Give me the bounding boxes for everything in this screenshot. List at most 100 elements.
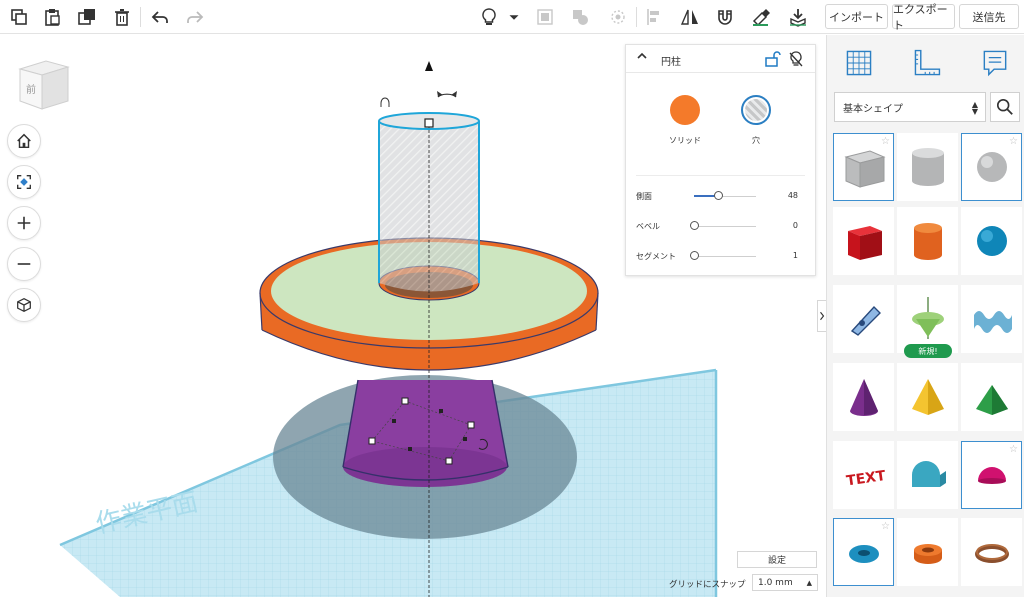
favorite-star-icon[interactable]: ☆: [881, 521, 890, 532]
shape-library-select[interactable]: 基本シェイプ ▲ ▼: [834, 92, 986, 122]
shape-generator-tile[interactable]: [897, 285, 958, 353]
fit-view-button[interactable]: [7, 165, 41, 199]
ring-tile[interactable]: [961, 518, 1022, 586]
trash-icon[interactable]: [108, 3, 136, 31]
snap-grid-select[interactable]: 1.0 mm ▲: [752, 574, 818, 591]
rotate-handle-icon[interactable]: [380, 97, 390, 107]
scribble-tile[interactable]: [833, 285, 894, 353]
lift-arrow-icon[interactable]: [425, 61, 433, 71]
roof-icon: [975, 385, 1008, 415]
send-to-button[interactable]: 送信先: [959, 4, 1019, 29]
cylinder-hole-icon: [911, 148, 944, 186]
workplane-icon[interactable]: [604, 3, 632, 31]
box-tile[interactable]: [833, 207, 894, 275]
half-sphere-tile[interactable]: ☆: [961, 441, 1022, 509]
bevel-knob[interactable]: [690, 221, 699, 230]
3d-viewport[interactable]: 作業平面 前 円柱 ソリッド 穴 側面 48 ベベル 0 セグメント 1 設定 …: [0, 35, 826, 597]
solid-mode-button[interactable]: ソリッド: [660, 95, 710, 146]
favorite-star-icon[interactable]: ☆: [1009, 444, 1018, 455]
sides-knob[interactable]: [714, 191, 723, 200]
lock-icon[interactable]: [763, 50, 781, 68]
duplicate-icon[interactable]: [73, 3, 101, 31]
paste-icon[interactable]: [38, 3, 66, 31]
height-handle[interactable]: [424, 118, 434, 128]
redo-icon[interactable]: [181, 3, 209, 31]
tube-tile[interactable]: [897, 518, 958, 586]
hole-label: 穴: [752, 136, 760, 145]
pyramid-tile[interactable]: [897, 363, 958, 431]
dropdown-caret-icon[interactable]: [505, 3, 523, 31]
settings-button[interactable]: 設定: [737, 551, 817, 568]
box-hole-tile[interactable]: ☆: [833, 133, 894, 201]
sphere-icon: [976, 226, 1007, 256]
notes-view-tab[interactable]: [977, 45, 1013, 81]
torus-icon: [848, 545, 879, 563]
half-cylinder-icon: [911, 461, 946, 487]
sides-value: 48: [787, 191, 798, 200]
box-hole-icon: [843, 150, 886, 188]
box-icon: [847, 226, 882, 260]
export-button[interactable]: エクスポート: [892, 3, 955, 32]
home-view-button[interactable]: [7, 124, 41, 158]
zoom-in-icon: [17, 216, 31, 230]
cruise-icon[interactable]: [747, 3, 775, 31]
favorite-star-icon[interactable]: ☆: [881, 136, 890, 147]
collapse-chevron-icon[interactable]: [636, 50, 648, 65]
grid-view-tab[interactable]: [841, 45, 877, 81]
sphere-tile[interactable]: [961, 207, 1022, 275]
mirror-icon[interactable]: [676, 3, 704, 31]
sphere-hole-tile[interactable]: ☆: [961, 133, 1022, 201]
inspector-divider: [636, 175, 805, 176]
text-tile[interactable]: TEXT: [833, 441, 894, 509]
drop-icon[interactable]: [784, 3, 812, 31]
bevel-slider-row: ベベル 0: [636, 219, 806, 233]
import-button[interactable]: インポート: [825, 4, 888, 29]
purple-base-shape[interactable]: [342, 379, 509, 487]
snap-grid-value: 1.0 mm: [758, 577, 793, 588]
inspector-title: 円柱: [661, 57, 681, 68]
undo-icon[interactable]: [146, 3, 174, 31]
text-wave-tile[interactable]: [961, 285, 1022, 353]
svg-text:TEXT: TEXT: [845, 468, 887, 489]
updown-icon: ▲ ▼: [971, 100, 978, 116]
segments-value: 1: [792, 251, 798, 260]
ruler-icon: [914, 49, 941, 76]
spinner-top-icon: [911, 297, 944, 339]
snap-caret-icon: ▲: [806, 579, 812, 587]
cylinder-hole-tile[interactable]: [897, 133, 958, 201]
half-cylinder-tile[interactable]: [897, 441, 958, 509]
magnet-icon[interactable]: [711, 3, 739, 31]
hole-mode-button[interactable]: 穴: [731, 95, 781, 146]
ungroup-icon[interactable]: [566, 3, 594, 31]
segments-slider-row: セグメント 1: [636, 249, 806, 263]
perspective-button[interactable]: [7, 288, 41, 322]
view-cube[interactable]: 前: [12, 55, 72, 115]
rotate-arrow-icon[interactable]: [437, 91, 457, 98]
cylinder-tile[interactable]: [897, 207, 958, 275]
copy-icon[interactable]: [5, 3, 33, 31]
ruler-view-tab[interactable]: [909, 45, 945, 81]
scribble-icon: [850, 305, 881, 336]
perspective-icon: [17, 297, 31, 313]
zoom-out-button[interactable]: [7, 247, 41, 281]
torus-tile[interactable]: ☆: [833, 518, 894, 586]
segments-label: セグメント: [636, 252, 676, 261]
zoom-in-button[interactable]: [7, 206, 41, 240]
roof-tile[interactable]: [961, 363, 1022, 431]
favorite-star-icon[interactable]: ☆: [1009, 136, 1018, 147]
group-icon[interactable]: [531, 3, 559, 31]
cone-icon: [849, 379, 878, 416]
segments-track[interactable]: [694, 256, 756, 257]
bevel-track[interactable]: [694, 226, 756, 227]
lightbulb-icon[interactable]: [475, 3, 503, 31]
ring-icon: [974, 544, 1009, 563]
tube-icon: [913, 544, 942, 564]
segments-knob[interactable]: [690, 251, 699, 260]
sphere-hole-icon: [976, 152, 1007, 182]
shape-search-button[interactable]: [990, 92, 1020, 122]
cone-tile[interactable]: [833, 363, 894, 431]
hide-bulb-icon[interactable]: [787, 50, 805, 68]
pyramid-icon: [911, 379, 944, 415]
fit-view-icon: [17, 175, 31, 189]
align-icon[interactable]: [641, 3, 669, 31]
